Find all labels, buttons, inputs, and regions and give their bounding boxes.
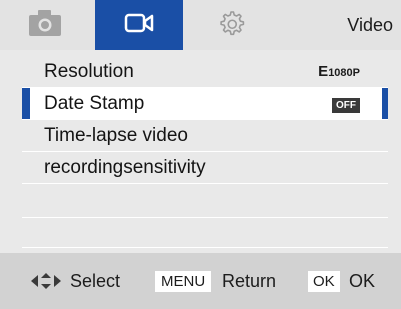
menu-item-resolution[interactable]: Resolution E1080P	[22, 56, 388, 88]
menu-item-recording-sensitivity[interactable]: recordingsensitivity	[22, 152, 388, 184]
menu-key-badge: MENU	[155, 270, 212, 292]
left-right-arrows-icon	[30, 272, 62, 290]
camera-menu-screen: Video Resolution E1080P Date Stamp OFF T…	[0, 0, 401, 309]
camera-icon	[28, 9, 62, 42]
page-title: Video	[347, 14, 393, 35]
status-badge: OFF	[332, 95, 360, 113]
menu-item-label: Resolution	[44, 60, 134, 82]
menu-item-label: recordingsensitivity	[44, 156, 206, 178]
ok-key-badge: OK	[308, 270, 340, 292]
gear-icon	[217, 9, 245, 42]
menu-item-time-lapse-video[interactable]: Time-lapse video	[22, 120, 388, 152]
video-settings-menu: Resolution E1080P Date Stamp OFF Time-la…	[22, 56, 388, 184]
tab-photo[interactable]	[0, 0, 90, 50]
divider	[22, 217, 388, 218]
control-hint-bar: Select MENU Return OK OK	[0, 253, 401, 309]
divider	[22, 247, 388, 248]
resolution-value-icon: E1080P	[318, 63, 360, 80]
return-hint-label: Return	[222, 270, 277, 291]
menu-item-date-stamp[interactable]: Date Stamp OFF	[22, 88, 388, 120]
tab-video[interactable]	[95, 0, 183, 50]
video-camera-icon	[124, 13, 154, 38]
mode-tab-bar: Video	[0, 0, 401, 50]
menu-item-label: Date Stamp	[44, 92, 145, 114]
ok-hint-label: OK	[349, 270, 376, 291]
select-hint-label: Select	[70, 270, 121, 291]
menu-item-label: Time-lapse video	[44, 124, 188, 146]
tab-settings[interactable]	[183, 0, 279, 50]
